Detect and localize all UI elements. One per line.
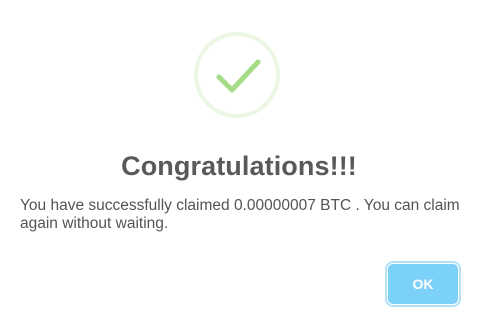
success-checkmark-icon: [194, 32, 280, 118]
dialog-title: Congratulations!!!: [121, 151, 357, 181]
success-dialog: Congratulations!!! You have successfully…: [0, 0, 478, 322]
ok-button[interactable]: OK: [388, 264, 458, 304]
dialog-message: You have successfully claimed 0.00000007…: [20, 197, 460, 232]
